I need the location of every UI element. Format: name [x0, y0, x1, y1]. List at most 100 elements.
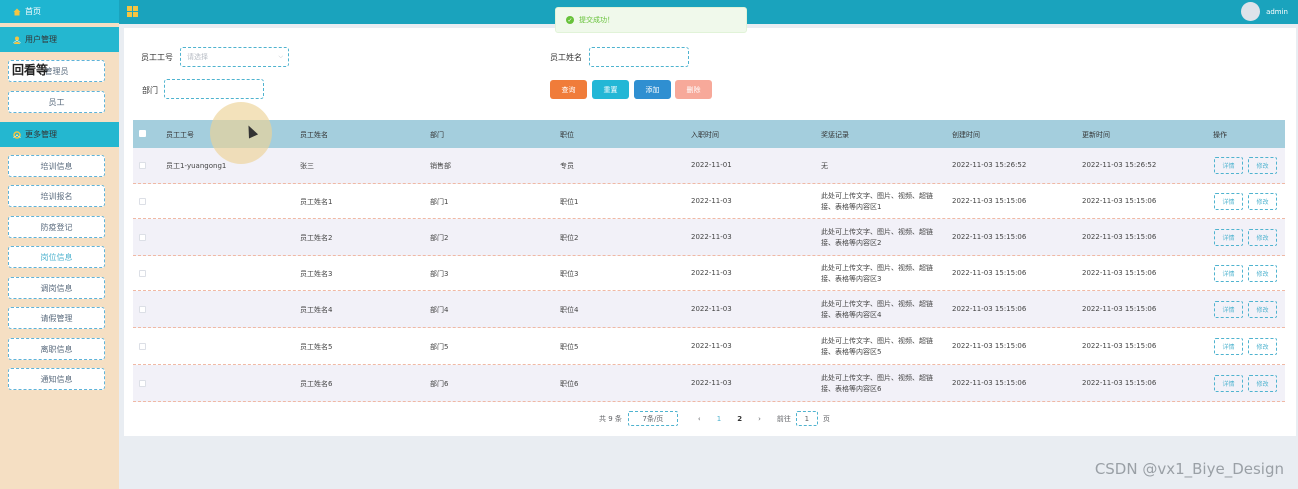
reward-record: 此处可上传文字、图片、视频、超链 接、表格等内容区4	[821, 299, 933, 321]
cell-dept: 销售部	[430, 162, 451, 170]
row-checkbox[interactable]	[139, 233, 146, 241]
row-actions: 详情 修改	[1214, 157, 1282, 174]
reward-record-line: 此处可上传文字、图片、视频、超链	[821, 191, 933, 200]
avatar[interactable]	[1241, 2, 1260, 21]
cell-name: 员工姓名2	[300, 233, 333, 242]
cell-pos: 职位2	[560, 233, 579, 242]
row-checkbox[interactable]	[139, 269, 146, 277]
sidebar-item-home[interactable]: 首页	[0, 0, 119, 23]
edit-button[interactable]: 修改	[1248, 157, 1277, 174]
check-circle-icon: ✓	[566, 16, 574, 24]
cell-created: 2022-11-03 15:15:06	[952, 304, 1027, 313]
col-header: 员工工号	[166, 131, 194, 139]
reset-button[interactable]: 重置	[592, 80, 629, 99]
sidebar-item-training-signup[interactable]: 培训报名	[8, 185, 105, 207]
dept-input[interactable]	[164, 79, 264, 99]
table-body: 员工1-yuangong1 张三 销售部 专员 2022-11-01 无 2022-11-0…	[133, 148, 1285, 402]
detail-button[interactable]: 详情	[1214, 337, 1243, 355]
row-checkbox[interactable]	[139, 342, 146, 350]
main-panel: 员工工号 请选择 ⌵ 员工姓名 部门 查询 重置 添加 删除 员工工号 员工姓名…	[124, 28, 1296, 436]
watermark: CSDN @vx1_Biye_Design	[1094, 460, 1284, 478]
reward-record: 此处可上传文字、图片、视频、超链 接、表格等内容区6	[821, 373, 933, 395]
row-checkbox[interactable]	[139, 162, 146, 169]
sidebar-item-training[interactable]: 培训信息	[8, 155, 105, 177]
row-actions: 详情 修改	[1214, 228, 1282, 246]
select-all-checkbox[interactable]	[139, 130, 146, 137]
emp-no-placeholder: 请选择	[187, 53, 208, 61]
sidebar-item-label: 防疫登记	[40, 222, 73, 232]
sidebar-item-leave[interactable]: 请假管理	[8, 307, 105, 329]
cell-join: 2022-11-03	[691, 268, 732, 277]
cell-join: 2022-11-03	[691, 232, 732, 241]
menu-grid-icon[interactable]	[127, 6, 138, 17]
cell-join: 2022-11-03	[691, 341, 732, 350]
cell-created: 2022-11-03 15:15:06	[952, 341, 1027, 350]
cell-dept: 部门1	[430, 197, 449, 206]
edit-button[interactable]: 修改	[1248, 300, 1277, 318]
page-unit: 页	[822, 414, 830, 423]
username[interactable]: admin	[1266, 8, 1288, 16]
row-checkbox[interactable]	[139, 379, 146, 387]
goto-page-input[interactable]: 1	[795, 411, 818, 426]
edit-button[interactable]: 修改	[1248, 228, 1277, 246]
reward-record: 此处可上传文字、图片、视频、超链 接、表格等内容区2	[821, 227, 933, 249]
detail-button[interactable]: 详情	[1214, 264, 1243, 282]
sidebar-group-user-label: 用户管理	[25, 35, 57, 44]
page-1[interactable]: 1	[717, 415, 721, 423]
reward-record-line: 接、表格等内容区2	[821, 238, 882, 247]
col-header: 入职时间	[691, 131, 719, 139]
edit-button[interactable]: 修改	[1248, 264, 1277, 282]
sidebar-item-transfer[interactable]: 调岗信息	[8, 277, 105, 299]
reward-record-line: 此处可上传文字、图片、视频、超链	[821, 336, 933, 345]
sidebar-group-more[interactable]: 更多管理 ︿	[0, 122, 119, 147]
detail-button[interactable]: 详情	[1214, 192, 1243, 210]
page-size-select[interactable]: 7条/页	[627, 411, 678, 426]
sidebar-item-epidemic[interactable]: 防疫登记	[8, 216, 105, 238]
detail-button[interactable]: 详情	[1214, 374, 1243, 392]
cell-created: 2022-11-03 15:15:06	[952, 378, 1027, 387]
reward-record-line: 接、表格等内容区4	[821, 310, 882, 319]
detail-button[interactable]: 详情	[1214, 228, 1243, 246]
sidebar-item-label: 离职信息	[40, 344, 73, 354]
edit-button[interactable]: 修改	[1248, 337, 1277, 355]
sidebar-group-more-label: 更多管理	[25, 130, 57, 139]
cell-name: 员工姓名4	[300, 305, 333, 314]
row-actions: 详情 修改	[1214, 374, 1282, 392]
table-row: 员工1-yuangong1 张三 销售部 专员 2022-11-01 无 2022-11-0…	[133, 148, 1285, 184]
employee-table: 员工工号 员工姓名 部门 职位 入职时间 奖惩记录 创建时间 更新时间 操作 员…	[133, 120, 1285, 402]
table-row: 员工姓名2 部门2 职位2 2022-11-03 此处可上传文字、图片、视频、超链 接、表…	[133, 219, 1285, 256]
sidebar-item-employee[interactable]: 员工	[8, 91, 105, 113]
row-actions: 详情 修改	[1214, 337, 1282, 355]
sidebar-group-user[interactable]: 用户管理 ︿	[0, 27, 119, 52]
detail-button[interactable]: 详情	[1214, 300, 1243, 318]
detail-button[interactable]: 详情	[1214, 157, 1243, 174]
emp-name-input[interactable]	[589, 47, 689, 67]
delete-button[interactable]: 删除	[675, 80, 712, 99]
table-row: 员工姓名1 部门1 职位1 2022-11-03 此处可上传文字、图片、视频、超链 接、表…	[133, 184, 1285, 219]
dept-label: 部门	[142, 86, 158, 95]
pagination: 共 9 条 7条/页 ‹ 1 2 › 前往 1 页	[599, 411, 830, 426]
cell-name: 员工姓名1	[300, 197, 333, 206]
emp-name-label: 员工姓名	[550, 53, 582, 62]
cell-dept: 部门6	[430, 379, 449, 388]
sidebar-item-label: 管理员	[44, 66, 69, 76]
emp-no-select[interactable]: 请选择 ⌵	[180, 47, 289, 67]
row-checkbox[interactable]	[139, 197, 146, 205]
edit-button[interactable]: 修改	[1248, 192, 1277, 210]
edit-button[interactable]: 修改	[1248, 374, 1277, 392]
cell-updated: 2022-11-03 15:15:06	[1082, 232, 1157, 241]
reward-record-line: 接、表格等内容区6	[821, 384, 882, 393]
next-page-icon[interactable]: ›	[758, 415, 761, 423]
sidebar-item-position[interactable]: 岗位信息	[8, 246, 105, 268]
sidebar-item-notice[interactable]: 通知信息	[8, 368, 105, 390]
cell-pos: 职位5	[560, 342, 579, 351]
row-actions: 详情 修改	[1214, 264, 1282, 282]
page-2[interactable]: 2	[737, 415, 742, 423]
reward-record: 此处可上传文字、图片、视频、超链 接、表格等内容区1	[821, 191, 933, 213]
sidebar-item-resignation[interactable]: 离职信息	[8, 338, 105, 360]
query-button[interactable]: 查询	[550, 80, 587, 99]
cell-dept: 部门2	[430, 233, 449, 242]
prev-page-icon[interactable]: ‹	[698, 415, 701, 423]
add-button[interactable]: 添加	[634, 80, 671, 99]
row-checkbox[interactable]	[139, 305, 146, 313]
